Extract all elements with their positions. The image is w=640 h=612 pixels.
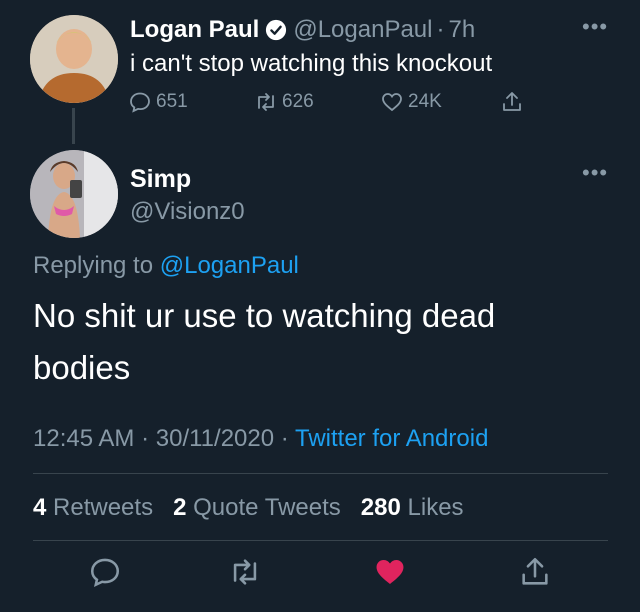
tweet-time[interactable]: 12:45 AM xyxy=(33,425,134,452)
likes-stat[interactable]: 280 Likes xyxy=(361,494,464,521)
share-icon xyxy=(503,92,521,111)
tweet-metadata: 12:45 AM · 30/11/2020 · Twitter for Andr… xyxy=(33,425,488,453)
parent-reply-button[interactable]: 651 xyxy=(128,90,188,114)
like-button[interactable] xyxy=(373,555,407,589)
like-count: 280 xyxy=(360,494,401,521)
parent-retweet-button[interactable]: 626 xyxy=(254,90,314,114)
heart-filled-icon xyxy=(376,559,404,585)
reply-tweet-text: No shit ur use to watching dead bodies xyxy=(33,297,496,386)
parent-like-button[interactable]: 24K xyxy=(380,90,442,114)
parent-retweet-count: 626 xyxy=(282,91,314,112)
reply-author-handle[interactable]: @Visionz0 xyxy=(130,198,245,226)
reply-author-name[interactable]: Simp xyxy=(130,165,191,194)
avatar-image xyxy=(30,150,118,238)
retweet-icon xyxy=(233,559,257,585)
meta-separator: · xyxy=(141,425,150,452)
reply-button[interactable] xyxy=(88,555,122,589)
avatar-image xyxy=(30,15,118,103)
retweet-icon xyxy=(258,93,274,111)
parent-share-button[interactable] xyxy=(500,90,528,114)
replying-to-handle[interactable]: @LoganPaul xyxy=(160,252,299,279)
parent-timestamp[interactable]: 7h xyxy=(448,16,475,44)
retweet-label: Retweets xyxy=(53,494,154,521)
time-separator: · xyxy=(436,16,445,43)
reply-more-icon[interactable]: ••• xyxy=(582,160,608,186)
divider xyxy=(33,540,608,541)
retweets-stat[interactable]: 4 Retweets xyxy=(33,494,153,521)
reply-icon xyxy=(130,92,150,113)
tweet-source[interactable]: Twitter for Android xyxy=(295,425,488,452)
parent-author-name[interactable]: Logan Paul xyxy=(130,16,259,44)
parent-avatar[interactable] xyxy=(30,15,118,103)
retweet-count: 4 xyxy=(33,494,47,521)
parent-reply-count: 651 xyxy=(156,91,188,112)
quote-label: Quote Tweets xyxy=(193,494,341,521)
meta-separator: · xyxy=(280,425,289,452)
engagement-counts: 4 Retweets 2 Quote Tweets 280 Likes xyxy=(33,494,464,522)
parent-action-bar: 651 626 24K xyxy=(128,90,548,120)
replying-to: Replying to @LoganPaul xyxy=(33,252,299,280)
heart-icon xyxy=(382,93,402,112)
reply-icon xyxy=(90,558,120,587)
parent-like-count: 24K xyxy=(408,91,442,112)
quote-count: 2 xyxy=(173,494,187,521)
share-button[interactable] xyxy=(518,555,552,589)
retweet-button[interactable] xyxy=(228,555,262,589)
parent-more-icon[interactable]: ••• xyxy=(582,14,608,40)
verified-badge-icon xyxy=(266,19,287,41)
reply-avatar[interactable] xyxy=(30,150,118,238)
share-icon xyxy=(522,557,548,585)
like-label: Likes xyxy=(407,494,464,521)
parent-author-handle[interactable]: @LoganPaul xyxy=(293,16,432,44)
quote-tweets-stat[interactable]: 2 Quote Tweets xyxy=(173,494,341,521)
tweet-date[interactable]: 30/11/2020 xyxy=(156,425,274,452)
divider xyxy=(33,473,608,474)
parent-tweet-text: i can't stop watching this knockout xyxy=(130,50,493,77)
parent-header: Logan Paul @LoganPaul · 7h xyxy=(130,16,475,44)
replying-to-label: Replying to xyxy=(33,252,154,279)
thread-line xyxy=(72,108,75,144)
reply-action-bar xyxy=(0,555,640,595)
